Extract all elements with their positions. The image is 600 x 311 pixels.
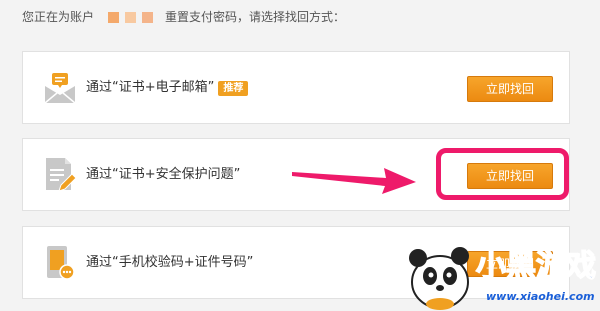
- envelope-icon: [44, 73, 76, 104]
- recommended-badge: 推荐: [218, 80, 249, 96]
- watermark-url: www.xiaohei.com: [486, 290, 595, 303]
- recovery-option-email: 通过“证书+电子邮箱” 推荐 立即找回: [22, 51, 570, 124]
- option-label: 通过“手机校验码+证件号码”: [86, 254, 253, 272]
- phone-icon: [47, 246, 75, 280]
- annotation-arrow-icon: [292, 168, 416, 194]
- watermark-title: 小黑游戏: [476, 249, 596, 284]
- option-label-text: 通过“手机校验码+证件号码”: [86, 255, 254, 270]
- mask-square: [125, 11, 137, 23]
- mask-square: [108, 11, 120, 23]
- notice-prefix: 您正在为账户: [22, 10, 95, 24]
- option-label-text: 通过“证书+安全保护问题”: [86, 167, 241, 182]
- account-notice: 您正在为账户 重置支付密码，请选择找回方式：: [22, 8, 345, 26]
- notice-suffix: 重置支付密码，请选择找回方式：: [165, 10, 346, 24]
- xiaohei-watermark-logo: 小黑游戏 www.xiaohei.com: [409, 247, 597, 310]
- option-label: 通过“证书+电子邮箱” 推荐: [86, 79, 249, 97]
- document-pen-icon: [46, 158, 77, 192]
- mask-square: [142, 11, 154, 23]
- option-label: 通过“证书+安全保护问题”: [86, 166, 240, 184]
- annotation-highlight-box: [436, 148, 569, 200]
- option-label-text: 通过“证书+电子邮箱”: [86, 80, 215, 95]
- recover-now-button[interactable]: 立即找回: [467, 76, 553, 102]
- masked-account: [108, 11, 154, 23]
